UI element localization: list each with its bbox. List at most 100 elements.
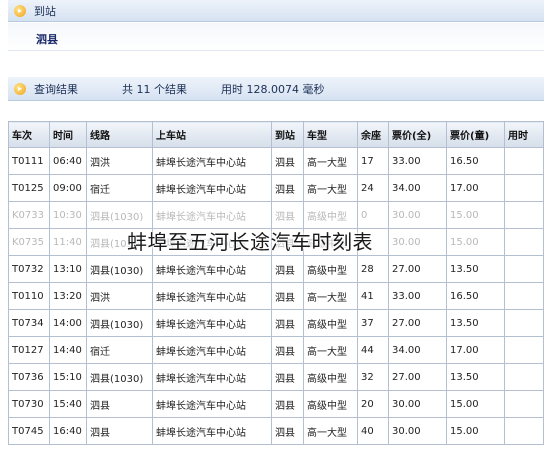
cell-child-fare: 15.00 (446, 228, 505, 256)
cell-full-fare: 30.00 (388, 417, 447, 445)
cell-duration (504, 417, 544, 445)
cell-seats-left: 28 (357, 255, 389, 283)
cell-duration (504, 228, 544, 256)
cell-duration (504, 201, 544, 229)
cell-duration (504, 390, 544, 418)
cell-depart-time: 11:40 (49, 228, 87, 256)
cell-depart-time: 16:40 (49, 417, 87, 445)
cell-vehicle-type: 高级中型 (303, 390, 358, 418)
cell-full-fare: 27.00 (388, 309, 447, 337)
col-header-duration: 用时 (504, 121, 544, 148)
cell-duration (504, 255, 544, 283)
table-row: T0125 09:00 宿迁 蚌埠长途汽车中心站 泗县 高一大型 24 34.00 17.00 (8, 174, 544, 202)
table-row: T0732 13:10 泗县(1030) 蚌埠长途汽车中心站 泗县 高级中型 28 27.00… (8, 255, 544, 283)
cell-route: 泗洪 (86, 147, 153, 175)
cell-full-fare: 30.00 (388, 390, 447, 418)
query-time: 用时 128.0074 毫秒 (221, 82, 325, 96)
cell-arrival-station: 泗县 (271, 417, 304, 445)
cell-departure-station: 蚌埠长途汽车中心站 (152, 336, 272, 364)
cell-departure-station: 蚌埠长途汽车中心站 (152, 417, 272, 445)
table-row: T0734 14:00 泗县(1030) 蚌埠长途汽车中心站 泗县 高级中型 37 27.00… (8, 309, 544, 337)
cell-child-fare: 17.00 (446, 174, 505, 202)
cell-arrival-station: 泗县 (271, 390, 304, 418)
cell-vehicle-type: 高一大型 (303, 282, 358, 310)
cell-vehicle-type: 高级中型 (303, 363, 358, 391)
results-section-header: ▸ 查询结果 共 11 个结果 用时 128.0074 毫秒 (8, 77, 544, 101)
col-header-seats: 余座 (357, 121, 389, 148)
cell-vehicle-type: 高级中型 (303, 309, 358, 337)
arrow-circle-icon: ▸ (14, 4, 26, 17)
cell-child-fare: 15.00 (446, 201, 505, 229)
schedule-table: 车次 时间 线路 上车站 到站 车型 余座 票价(全) 票价(童) 用时 T01… (8, 121, 544, 445)
cell-train-no: K0733 (8, 201, 50, 229)
cell-departure-station: 蚌埠长途汽车中心站 (152, 147, 272, 175)
col-header-departure-station: 上车站 (152, 121, 272, 148)
col-header-child-fare: 票价(童) (446, 121, 505, 148)
cell-duration (504, 363, 544, 391)
results-section-label: 查询结果 (34, 82, 78, 96)
cell-child-fare: 15.00 (446, 390, 505, 418)
arrow-circle-icon: ▸ (14, 82, 26, 95)
cell-route: 泗县 (86, 417, 153, 445)
cell-full-fare: 33.00 (388, 282, 447, 310)
col-header-route: 线路 (86, 121, 153, 148)
cell-vehicle-type: 高一大型 (303, 336, 358, 364)
cell-arrival-station: 泗县 (271, 309, 304, 337)
cell-depart-time: 06:40 (49, 147, 87, 175)
cell-departure-station: 蚌埠长途汽车中心站 (152, 255, 272, 283)
cell-train-no: T0745 (8, 417, 50, 445)
cell-train-no: T0732 (8, 255, 50, 283)
cell-child-fare: 13.50 (446, 363, 505, 391)
cell-departure-station: 蚌埠长途汽车中心站 (152, 363, 272, 391)
table-row: T0745 16:40 泗县 蚌埠长途汽车中心站 泗县 高一大型 40 30.00 15.00 (8, 417, 544, 445)
cell-full-fare: 34.00 (388, 336, 447, 364)
col-header-full-fare: 票价(全) (388, 121, 447, 148)
cell-full-fare: 27.00 (388, 255, 447, 283)
cell-departure-station: 蚌埠长途汽车中心站 (152, 201, 272, 229)
cell-seats-left: 20 (357, 390, 389, 418)
cell-departure-station: 蚌埠长途汽车中心站 (152, 174, 272, 202)
cell-full-fare: 34.00 (388, 174, 447, 202)
arrival-section-header: ▸ 到站 (8, 0, 544, 22)
arrival-station-value: 泗县 (36, 33, 58, 46)
cell-train-no: T0110 (8, 282, 50, 310)
cell-full-fare: 30.00 (388, 228, 447, 256)
col-header-time: 时间 (49, 121, 87, 148)
cell-vehicle-type: 高一大型 (303, 417, 358, 445)
cell-child-fare: 13.50 (446, 309, 505, 337)
cell-arrival-station: 泗县 (271, 147, 304, 175)
cell-seats-left: 24 (357, 174, 389, 202)
cell-seats-left: 0 (357, 201, 389, 229)
table-row: T0736 15:10 泗县(1030) 蚌埠长途汽车中心站 泗县 高级中型 32 27.00… (8, 363, 544, 391)
cell-route: 泗县(1030) (86, 255, 153, 283)
cell-vehicle-type: 高级中型 (303, 201, 358, 229)
cell-depart-time: 15:40 (49, 390, 87, 418)
cell-train-no: T0125 (8, 174, 50, 202)
cell-depart-time: 13:20 (49, 282, 87, 310)
cell-vehicle-type: 高一大型 (303, 174, 358, 202)
cell-child-fare: 16.50 (446, 282, 505, 310)
cell-duration (504, 147, 544, 175)
cell-arrival-station: 泗县 (271, 336, 304, 364)
results-count: 共 11 个结果 (122, 82, 187, 96)
cell-child-fare: 17.00 (446, 336, 505, 364)
cell-child-fare: 16.50 (446, 147, 505, 175)
cell-depart-time: 09:00 (49, 174, 87, 202)
cell-vehicle-type: 高级中型 (303, 255, 358, 283)
cell-arrival-station: 泗县 (271, 363, 304, 391)
cell-departure-station: 蚌埠长途汽车中心站 (152, 309, 272, 337)
arrival-station-panel: 泗县 (8, 23, 544, 51)
cell-duration (504, 282, 544, 310)
cell-route: 泗县(1030) (86, 363, 153, 391)
cell-duration (504, 336, 544, 364)
cell-full-fare: 27.00 (388, 363, 447, 391)
col-header-arrival: 到站 (271, 121, 304, 148)
cell-train-no: T0734 (8, 309, 50, 337)
cell-arrival-station: 泗县 (271, 282, 304, 310)
cell-route: 宿迁 (86, 174, 153, 202)
cell-depart-time: 14:40 (49, 336, 87, 364)
cell-arrival-station: 泗县 (271, 174, 304, 202)
cell-vehicle-type: 高一大型 (303, 147, 358, 175)
table-header-row: 车次 时间 线路 上车站 到站 车型 余座 票价(全) 票价(童) 用时 (8, 121, 544, 148)
cell-train-no: T0736 (8, 363, 50, 391)
